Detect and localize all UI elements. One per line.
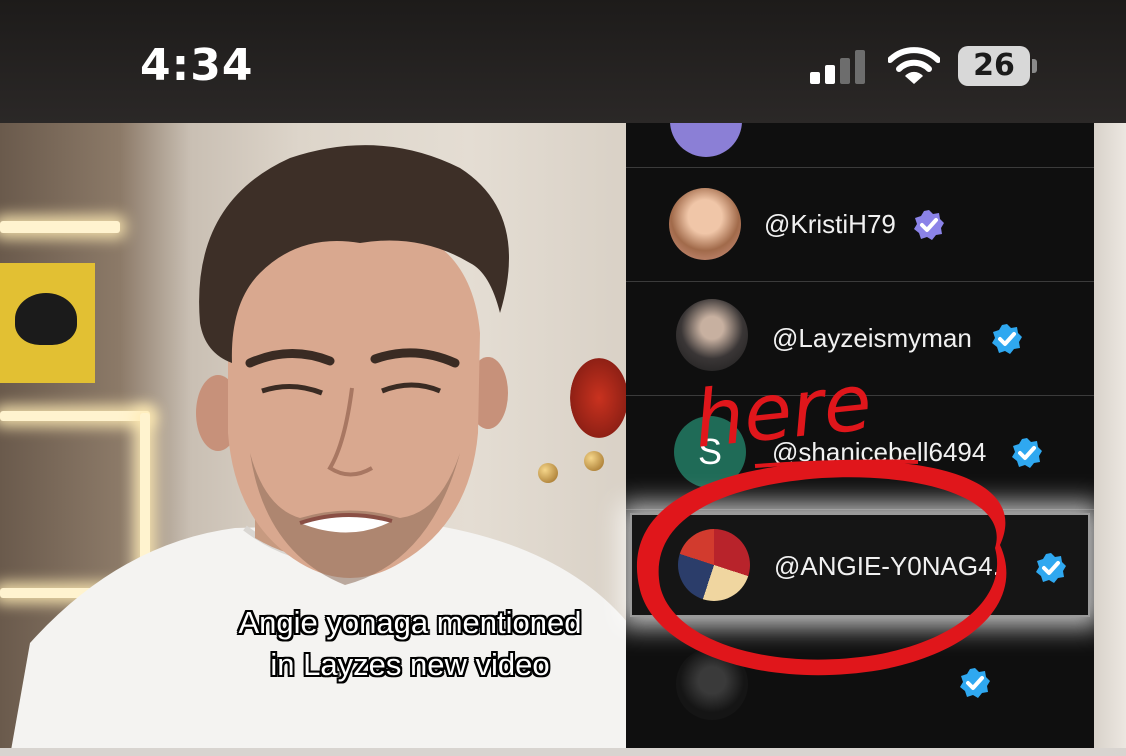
status-bar: 4:34 26 — [0, 0, 1126, 123]
verified-badge-icon — [992, 324, 1022, 354]
battery-terminal — [1032, 59, 1037, 73]
username: @KristiH79 — [764, 209, 896, 239]
verified-badge-icon — [960, 668, 990, 698]
username: @ANGIE-Y0NAG4.. — [774, 551, 1008, 581]
verified-badge-icon — [1012, 438, 1042, 468]
mentions-list[interactable]: @KristiH79 @Layzeismyman S @shanicebell6… — [626, 123, 1094, 756]
avatar — [678, 529, 750, 601]
video-caption: Angie yonaga mentioned in Layzes new vid… — [200, 602, 620, 686]
verified-badge-icon — [1036, 553, 1066, 583]
background-edge — [1094, 123, 1126, 756]
clock-time: 4:34 — [140, 40, 254, 91]
list-item[interactable] — [626, 628, 1094, 756]
list-item[interactable]: @KristiH79 — [626, 168, 1094, 282]
username: @shanicebell6494 — [772, 437, 987, 467]
avatar — [676, 299, 748, 371]
list-item-highlighted[interactable]: @ANGIE-Y0NAG4.. — [630, 513, 1090, 617]
caption-line-2: in Layzes new video — [270, 647, 550, 682]
avatar — [670, 123, 742, 157]
list-item[interactable]: @Layzeismyman — [626, 282, 1094, 396]
list-item[interactable]: S @shanicebell6494 — [626, 396, 1094, 510]
verified-badge-icon — [914, 210, 944, 240]
avatar — [669, 188, 741, 260]
wifi-icon — [888, 47, 940, 84]
avatar: S — [674, 416, 746, 488]
battery-percentage: 26 — [973, 48, 1015, 83]
cellular-signal-icon — [810, 50, 865, 84]
avatar — [676, 648, 748, 720]
caption-line-1: Angie yonaga mentioned — [238, 605, 582, 640]
list-item[interactable] — [626, 123, 1094, 168]
bottom-edge — [0, 748, 1126, 756]
username: @Layzeismyman — [772, 323, 972, 353]
avatar-letter: S — [697, 431, 722, 472]
battery-icon: 26 — [958, 46, 1037, 86]
